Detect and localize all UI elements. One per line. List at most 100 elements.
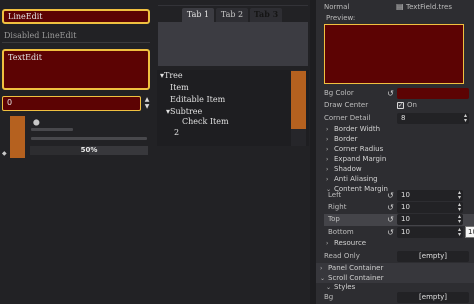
normal-style-row: Normal ▤ TextField.tres <box>316 2 474 14</box>
bg-value[interactable]: [empty] <box>397 292 469 303</box>
margin-left-value: 10 <box>401 191 410 199</box>
chevron-right-icon: › <box>326 136 329 143</box>
tab-2[interactable]: Tab 2 <box>216 8 248 22</box>
resource-icon: ▤ <box>396 2 404 11</box>
section-shadow[interactable]: › Shadow <box>326 165 362 173</box>
chevron-down-icon: ⌄ <box>326 284 332 291</box>
horizontal-scrollbar[interactable] <box>31 137 147 140</box>
section-label: Shadow <box>334 165 362 173</box>
draw-center-label: Draw Center <box>324 101 369 109</box>
chevron-right-icon: › <box>326 146 329 153</box>
tree-subtree-item[interactable]: ▾Subtree <box>166 107 202 116</box>
updown-icon[interactable]: ▴ ▾ <box>458 227 461 238</box>
draw-center-value: On <box>407 101 417 109</box>
reset-icon[interactable]: ↺ <box>386 202 395 213</box>
tree-editable-item[interactable]: Editable Item <box>170 95 225 104</box>
tree-scrollbar-thumb[interactable] <box>291 71 306 129</box>
updown-icon[interactable]: ▴ ▾ <box>458 202 461 213</box>
normal-resource-value[interactable]: TextField.tres <box>406 3 452 11</box>
read-only-value[interactable]: [empty] <box>397 251 469 262</box>
corner-detail-field[interactable]: 8 ▴ ▾ <box>397 113 469 124</box>
panel-container-section[interactable]: › Panel Container <box>316 263 474 273</box>
section-expand-margin[interactable]: › Expand Margin <box>326 155 386 163</box>
margin-top-row: Top ↺ 10 ▴ ▾ <box>316 214 474 226</box>
stylebox-preview <box>324 24 464 84</box>
reset-icon[interactable]: ↺ <box>386 214 395 225</box>
updown-icon[interactable]: ▴ ▾ <box>464 113 467 124</box>
spinbox-field[interactable]: 0 <box>2 96 141 111</box>
margin-left-label: Left <box>328 191 342 199</box>
margin-top-label: Top <box>328 215 340 223</box>
inspector-panel: Normal ▤ TextField.tres Preview: Bg Colo… <box>316 0 474 304</box>
tree-item[interactable]: Item <box>170 83 189 92</box>
margin-left-row: Left ↺ 10 ▴ ▾ <box>316 190 474 202</box>
section-anti-aliasing[interactable]: › Anti Aliasing <box>326 175 378 183</box>
scroll-container-section[interactable]: ⌄ Scroll Container <box>316 273 474 283</box>
section-resource[interactable]: › Resource <box>326 239 366 247</box>
margin-left-field[interactable]: 10 ▴ ▾ <box>397 190 463 201</box>
line-edit[interactable]: LineEdit <box>2 9 150 24</box>
chevron-right-icon: › <box>326 176 329 183</box>
section-label: Border <box>334 135 358 143</box>
chevron-right-icon: › <box>326 166 329 173</box>
bg-color-swatch[interactable] <box>397 88 469 99</box>
margin-right-label: Right <box>328 203 347 211</box>
corner-detail-label: Corner Detail <box>324 114 371 122</box>
reset-icon[interactable]: ↺ <box>386 227 395 238</box>
section-label: Panel Container <box>328 264 384 272</box>
updown-icon[interactable]: ▴ ▾ <box>458 190 461 201</box>
draw-center-row: Draw Center ✓ On <box>316 100 474 112</box>
bg-color-label: Bg Color <box>324 89 354 97</box>
section-label: Scroll Container <box>328 274 384 282</box>
disabled-line-edit-underline <box>2 42 150 43</box>
margin-bottom-row: Bottom ↺ 10 ▴ ▾ <box>316 227 474 239</box>
section-border[interactable]: › Border <box>326 135 357 143</box>
value-tooltip: 10 <box>465 226 474 238</box>
text-edit-text: TextEdit <box>8 53 42 62</box>
margin-bottom-field[interactable]: 10 ▴ ▾ <box>397 227 463 238</box>
margin-bottom-value: 10 <box>401 228 410 236</box>
tab-3[interactable]: Tab 3 <box>250 8 282 22</box>
margin-right-field[interactable]: 10 ▴ ▾ <box>397 202 463 213</box>
reset-icon[interactable]: ↺ <box>386 88 395 99</box>
margin-top-field[interactable]: 10 ▴ ▾ <box>397 214 463 225</box>
section-label: Border Width <box>334 125 381 133</box>
vertical-slider-fill <box>10 116 25 158</box>
theme-preview-panel: LineEdit Disabled LineEdit TextEdit 0 ▲ ▼… <box>0 0 310 304</box>
margin-bottom-label: Bottom <box>328 228 354 236</box>
corner-detail-row: Corner Detail 8 ▴ ▾ <box>316 113 474 125</box>
bg-label: Bg <box>324 293 334 301</box>
tree-view[interactable]: ▾Tree Item Editable Item ▾Subtree Check … <box>157 70 309 146</box>
normal-label: Normal <box>324 3 350 11</box>
chevron-right-icon: › <box>326 240 329 247</box>
tab-bar: Tab 1 Tab 2 Tab 3 <box>158 6 308 22</box>
tree-check-item[interactable]: Check Item <box>182 117 229 126</box>
progress-label: 50% <box>80 146 98 154</box>
corner-detail-value: 8 <box>401 114 406 122</box>
section-border-width[interactable]: › Border Width <box>326 125 380 133</box>
styles-group[interactable]: ⌄ Styles <box>326 283 355 291</box>
section-corner-radius[interactable]: › Corner Radius <box>326 145 383 153</box>
chevron-right-icon: › <box>326 156 329 163</box>
draw-center-checkbox[interactable]: ✓ <box>397 102 404 109</box>
text-edit[interactable]: TextEdit <box>2 49 150 90</box>
updown-icon[interactable]: ▴ ▾ <box>458 214 461 225</box>
section-label: Resource <box>334 239 367 247</box>
hslider-grabber-icon[interactable]: ⬤ <box>33 119 40 126</box>
spinbox-value: 0 <box>7 98 13 107</box>
tree-range-item[interactable]: 2 <box>174 128 179 137</box>
spinbox-updown-icon[interactable]: ▲ ▼ <box>143 96 151 111</box>
preview-label: Preview: <box>326 14 356 22</box>
vslider-grabber-icon[interactable]: ◆ <box>2 150 7 157</box>
chevron-right-icon: › <box>326 126 329 133</box>
section-label: Styles <box>334 283 356 291</box>
vertical-slider[interactable] <box>10 116 25 158</box>
margin-right-value: 10 <box>401 203 410 211</box>
line-edit-text: LineEdit <box>8 12 43 21</box>
tree-root-item[interactable]: ▾Tree <box>160 71 183 80</box>
section-label: Corner Radius <box>334 145 384 153</box>
section-label: Anti Aliasing <box>334 175 378 183</box>
horizontal-slider[interactable] <box>31 128 73 131</box>
tab-1[interactable]: Tab 1 <box>182 8 214 22</box>
reset-icon[interactable]: ↺ <box>386 190 395 201</box>
